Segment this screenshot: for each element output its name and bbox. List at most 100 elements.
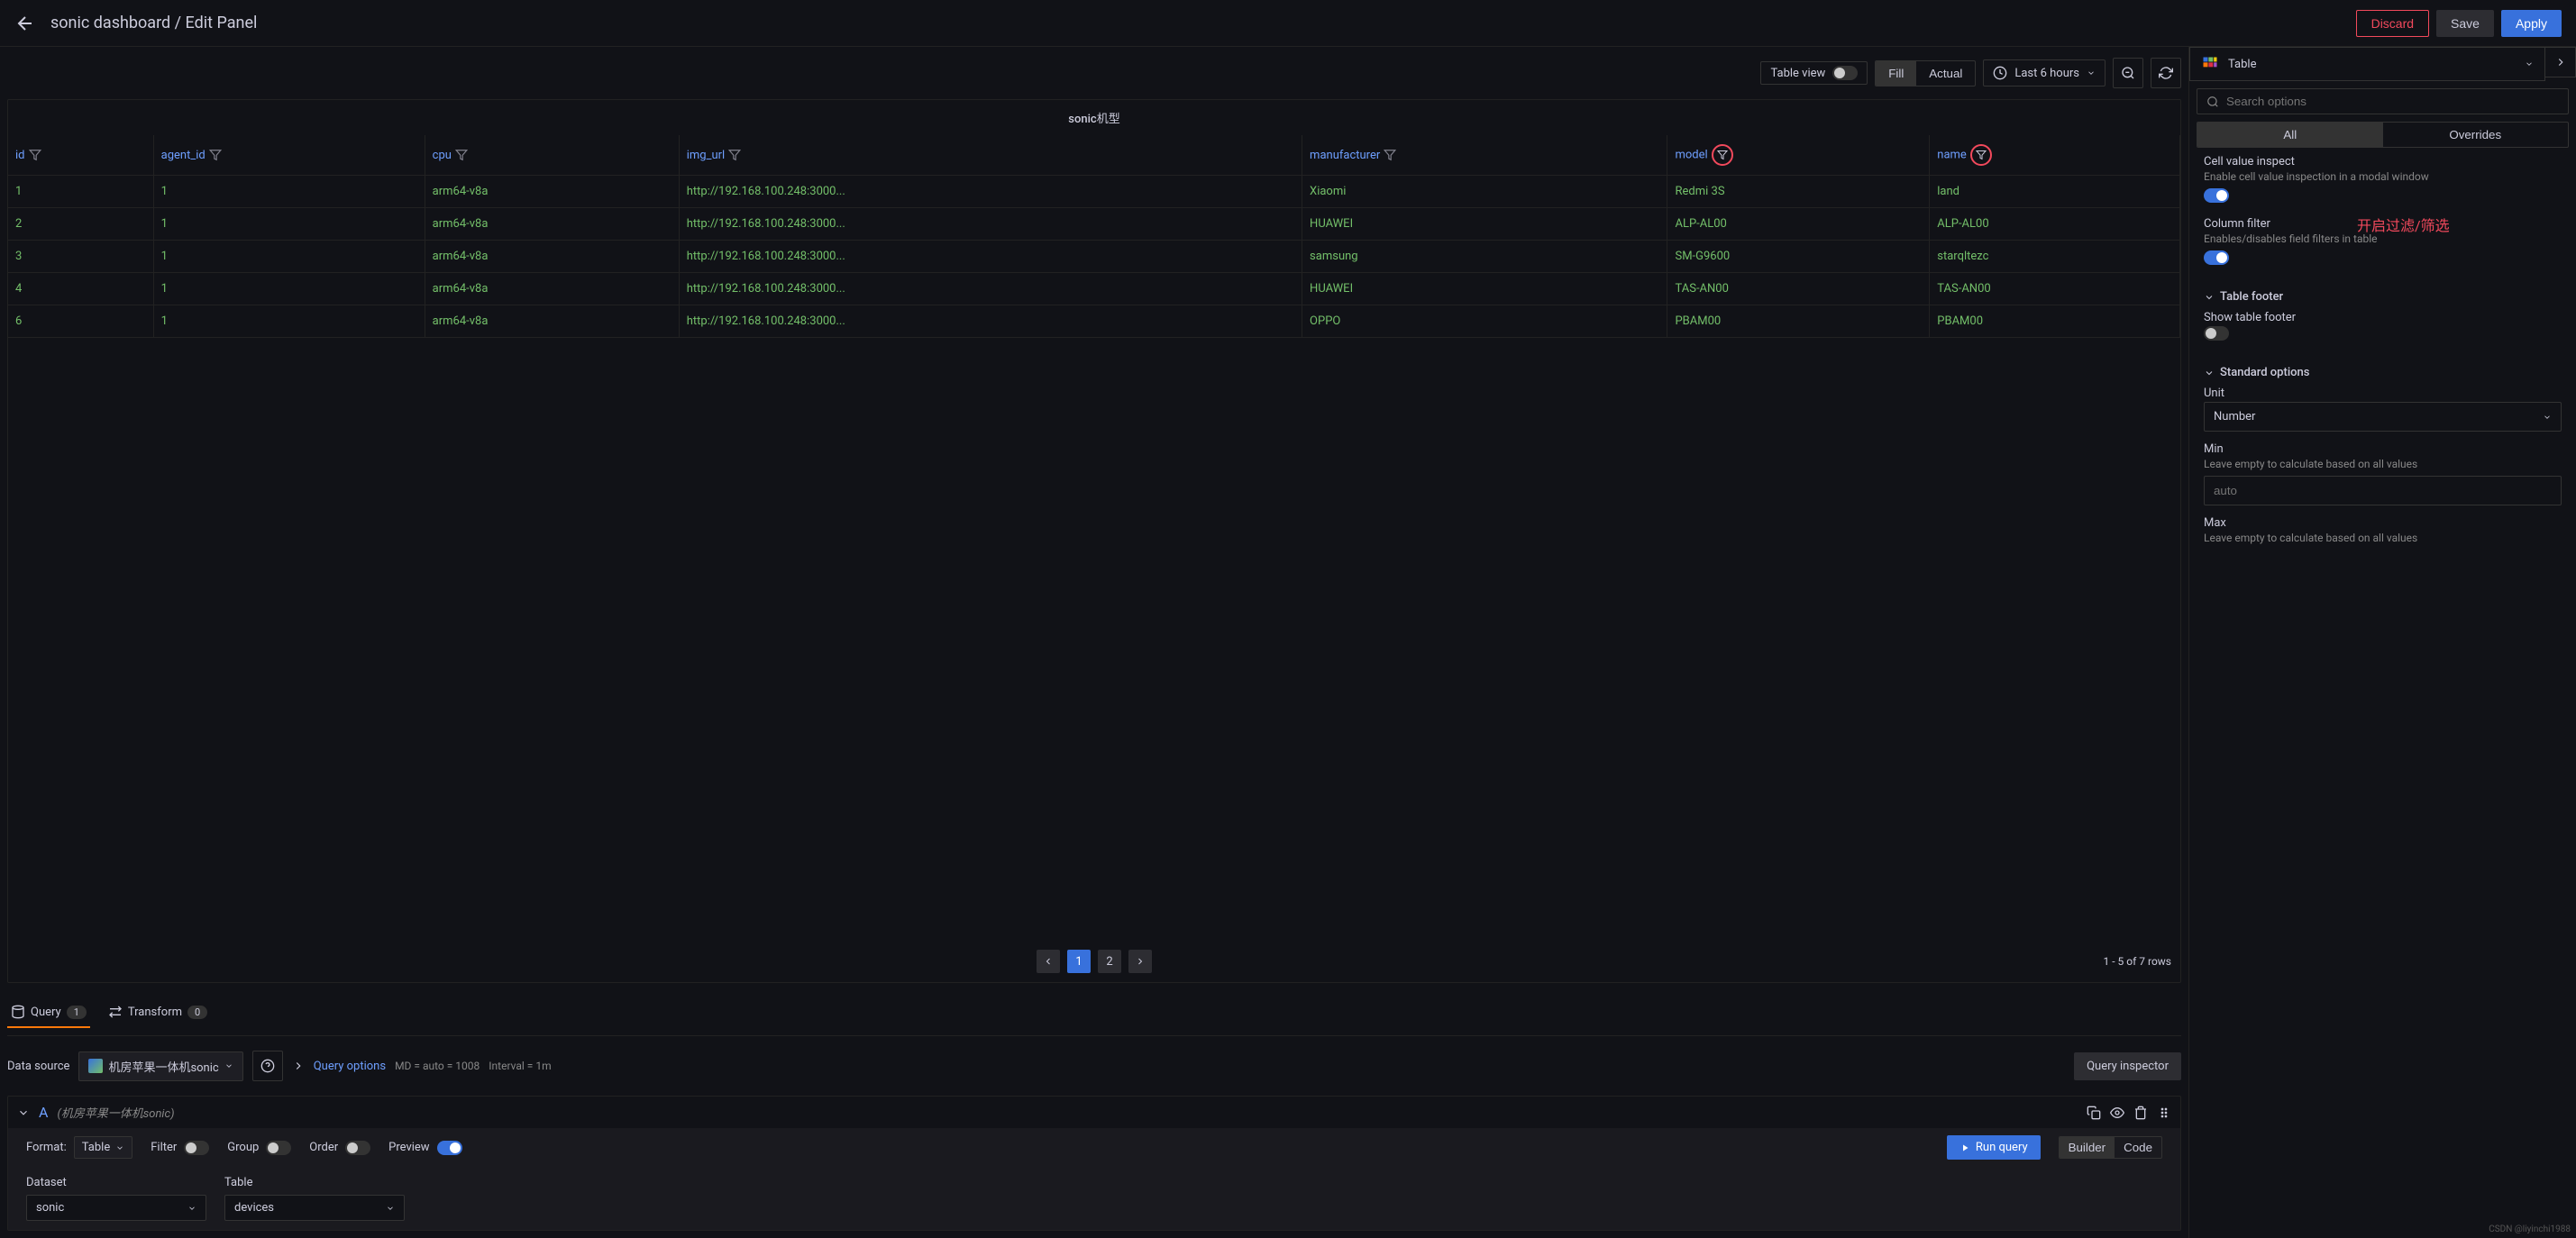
query-meta-md: MD = auto = 1008 bbox=[395, 1060, 480, 1072]
filter-icon[interactable] bbox=[1712, 144, 1733, 166]
column-header-agent_id[interactable]: agent_id bbox=[153, 135, 425, 176]
column-header-img_url[interactable]: img_url bbox=[679, 135, 1302, 176]
data-source-select[interactable]: 机房苹果一体机sonic bbox=[78, 1051, 242, 1081]
time-range-picker[interactable]: Last 6 hours bbox=[1983, 59, 2106, 86]
tab-query-label: Query bbox=[31, 1006, 61, 1019]
trash-icon[interactable] bbox=[2133, 1106, 2148, 1120]
cell-img_url: http://192.168.100.248:3000... bbox=[679, 241, 1302, 273]
unit-select[interactable]: Number bbox=[2204, 402, 2562, 432]
chevron-down-icon bbox=[2204, 368, 2215, 378]
column-filter-switch[interactable] bbox=[2204, 250, 2229, 265]
preview-switch[interactable] bbox=[437, 1141, 462, 1155]
viz-expand-button[interactable] bbox=[2545, 47, 2576, 77]
page-1-button[interactable]: 1 bbox=[1067, 950, 1091, 973]
refresh-icon bbox=[2159, 66, 2173, 80]
save-button[interactable]: Save bbox=[2436, 10, 2494, 37]
column-header-model[interactable]: model bbox=[1667, 135, 1930, 176]
chevron-down-icon[interactable] bbox=[17, 1106, 30, 1119]
filter-icon[interactable] bbox=[209, 149, 222, 161]
cell-inspect-switch[interactable] bbox=[2204, 188, 2229, 203]
filter-icon[interactable] bbox=[29, 149, 41, 161]
options-tab-overrides[interactable]: Overrides bbox=[2383, 123, 2569, 147]
chevron-right-icon[interactable] bbox=[292, 1060, 305, 1072]
table-row[interactable]: 61arm64-v8ahttp://192.168.100.248:3000..… bbox=[8, 305, 2180, 338]
options-tab-all[interactable]: All bbox=[2197, 123, 2383, 147]
table-label: Table bbox=[224, 1176, 405, 1189]
tab-transform[interactable]: Transform 0 bbox=[105, 997, 211, 1028]
table-view-switch[interactable] bbox=[1832, 66, 1858, 80]
cell-inspect-title: Cell value inspect bbox=[2204, 155, 2562, 168]
chevron-down-icon bbox=[2087, 68, 2096, 77]
search-options-field[interactable] bbox=[2226, 95, 2559, 108]
show-footer-label: Show table footer bbox=[2204, 311, 2562, 324]
table-select[interactable]: devices bbox=[224, 1195, 405, 1221]
format-value: Table bbox=[82, 1141, 110, 1154]
table-row[interactable]: 41arm64-v8ahttp://192.168.100.248:3000..… bbox=[8, 273, 2180, 305]
filter-icon[interactable] bbox=[1384, 149, 1396, 161]
table-viz-icon bbox=[2201, 55, 2219, 73]
visualization-picker[interactable]: Table bbox=[2189, 47, 2545, 81]
column-header-name[interactable]: name bbox=[1930, 135, 2180, 176]
run-query-button[interactable]: Run query bbox=[1947, 1135, 2041, 1160]
tab-transform-count: 0 bbox=[187, 1006, 207, 1019]
min-label: Min bbox=[2204, 442, 2562, 456]
table-footer-section[interactable]: Table footer bbox=[2204, 283, 2562, 311]
query-inspector-button[interactable]: Query inspector bbox=[2074, 1052, 2181, 1080]
actual-button[interactable]: Actual bbox=[1916, 61, 1975, 86]
cell-manufacturer: samsung bbox=[1302, 241, 1667, 273]
order-switch[interactable] bbox=[345, 1141, 370, 1155]
builder-button[interactable]: Builder bbox=[2060, 1137, 2115, 1158]
cell-name: ALP-AL00 bbox=[1930, 208, 2180, 241]
cell-name: TAS-AN00 bbox=[1930, 273, 2180, 305]
chevron-down-icon bbox=[115, 1143, 124, 1152]
panel-title: sonic机型 bbox=[8, 100, 2180, 135]
viz-type-label: Table bbox=[2228, 58, 2256, 71]
filter-icon[interactable] bbox=[728, 149, 741, 161]
group-switch[interactable] bbox=[266, 1141, 291, 1155]
format-select[interactable]: Table bbox=[74, 1136, 132, 1159]
datasource-help-button[interactable] bbox=[252, 1051, 283, 1081]
column-header-manufacturer[interactable]: manufacturer bbox=[1302, 135, 1667, 176]
min-input[interactable] bbox=[2204, 476, 2562, 505]
column-header-id[interactable]: id bbox=[8, 135, 153, 176]
standard-options-section[interactable]: Standard options bbox=[2204, 359, 2562, 387]
next-page-button[interactable] bbox=[1128, 950, 1152, 973]
cell-cpu: arm64-v8a bbox=[425, 273, 679, 305]
code-button[interactable]: Code bbox=[2115, 1137, 2161, 1158]
filter-icon[interactable] bbox=[1970, 144, 1992, 166]
refresh-button[interactable] bbox=[2151, 58, 2181, 88]
apply-button[interactable]: Apply bbox=[2501, 10, 2562, 37]
max-label: Max bbox=[2204, 516, 2562, 530]
table-row[interactable]: 11arm64-v8ahttp://192.168.100.248:3000..… bbox=[8, 176, 2180, 208]
table-row[interactable]: 31arm64-v8ahttp://192.168.100.248:3000..… bbox=[8, 241, 2180, 273]
query-options-link[interactable]: Query options bbox=[314, 1060, 386, 1073]
zoom-out-button[interactable] bbox=[2113, 58, 2143, 88]
filter-switch[interactable] bbox=[184, 1141, 209, 1155]
back-arrow-icon[interactable] bbox=[14, 13, 36, 34]
filter-label: Filter bbox=[151, 1141, 177, 1154]
query-letter[interactable]: A bbox=[39, 1104, 48, 1121]
cell-cpu: arm64-v8a bbox=[425, 208, 679, 241]
page-2-button[interactable]: 2 bbox=[1098, 950, 1121, 973]
search-options-input[interactable] bbox=[2197, 88, 2569, 114]
tab-query[interactable]: Query 1 bbox=[7, 997, 90, 1028]
play-icon bbox=[1959, 1142, 1970, 1153]
table-footer-title: Table footer bbox=[2220, 290, 2283, 304]
table-view-toggle[interactable]: Table view bbox=[1760, 61, 1868, 85]
drag-icon[interactable] bbox=[2157, 1106, 2171, 1120]
copy-icon[interactable] bbox=[2087, 1106, 2101, 1120]
cell-id: 3 bbox=[8, 241, 153, 273]
chevron-down-icon bbox=[224, 1061, 233, 1070]
cell-img_url: http://192.168.100.248:3000... bbox=[679, 176, 1302, 208]
show-footer-switch[interactable] bbox=[2204, 326, 2229, 341]
cell-manufacturer: HUAWEI bbox=[1302, 273, 1667, 305]
fill-button[interactable]: Fill bbox=[1876, 61, 1916, 86]
eye-icon[interactable] bbox=[2110, 1106, 2124, 1120]
column-header-cpu[interactable]: cpu bbox=[425, 135, 679, 176]
cell-model: SM-G9600 bbox=[1667, 241, 1930, 273]
discard-button[interactable]: Discard bbox=[2356, 10, 2429, 37]
filter-icon[interactable] bbox=[455, 149, 468, 161]
prev-page-button[interactable] bbox=[1037, 950, 1060, 973]
dataset-select[interactable]: sonic bbox=[26, 1195, 206, 1221]
table-row[interactable]: 21arm64-v8ahttp://192.168.100.248:3000..… bbox=[8, 208, 2180, 241]
